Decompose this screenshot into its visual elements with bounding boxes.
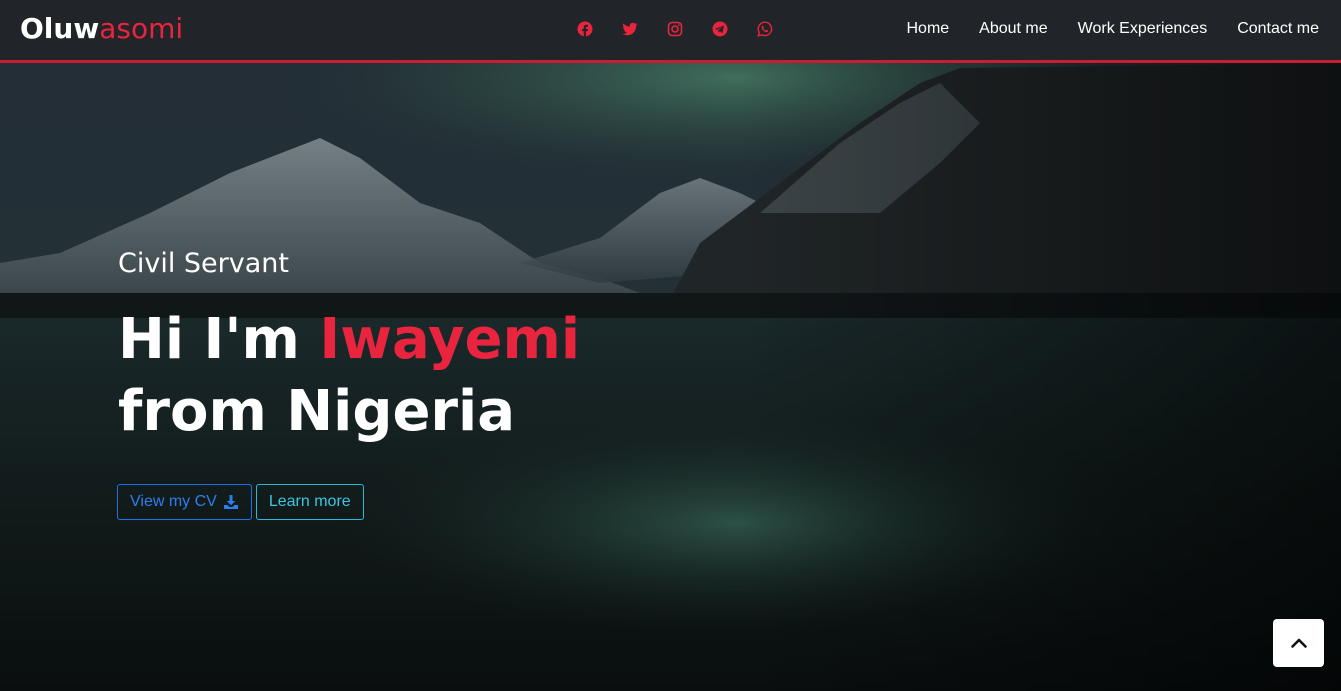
hero-name: Iwayemi [319, 307, 581, 372]
download-icon [223, 495, 238, 509]
view-cv-button[interactable]: View my CV [117, 484, 252, 520]
social-links [575, 19, 775, 39]
twitter-icon[interactable] [620, 19, 640, 39]
hero-content: Civil Servant Hi I'm Iwayemi from Nigeria… [117, 247, 818, 520]
brand-logo[interactable]: Oluwasomi [20, 12, 183, 46]
hero-headline: Hi I'm Iwayemi from Nigeria [118, 304, 818, 448]
hero-subtitle: Civil Servant [118, 248, 289, 279]
brand-accent: asomi [99, 12, 184, 45]
main-nav: Home About me Work Experiences Contact m… [906, 19, 1319, 39]
nav-work-experiences[interactable]: Work Experiences [1078, 19, 1208, 39]
hero-greeting: Hi I'm [118, 307, 320, 372]
instagram-icon[interactable] [665, 19, 685, 39]
nav-home[interactable]: Home [906, 19, 949, 39]
facebook-icon[interactable] [575, 19, 595, 39]
nav-contact[interactable]: Contact me [1237, 19, 1319, 39]
scroll-to-top-button[interactable] [1273, 619, 1324, 667]
learn-more-button[interactable]: Learn more [255, 484, 364, 520]
hero-section: Civil Servant Hi I'm Iwayemi from Nigeria… [0, 63, 1341, 691]
telegram-icon[interactable] [710, 19, 730, 39]
nav-about[interactable]: About me [979, 19, 1047, 39]
learn-more-label: Learn more [268, 493, 351, 510]
whatsapp-icon[interactable] [755, 19, 775, 39]
brand-first: Oluw [20, 12, 100, 45]
view-cv-label: View my CV [130, 493, 217, 510]
hero-buttons: View my CV Learn more [117, 484, 364, 520]
hero-origin: from Nigeria [118, 379, 516, 444]
page: Oluwasomi Home About me Work Experiences [0, 0, 1341, 691]
navbar: Oluwasomi Home About me Work Experiences [0, 0, 1341, 63]
chevron-up-icon [1290, 638, 1307, 648]
